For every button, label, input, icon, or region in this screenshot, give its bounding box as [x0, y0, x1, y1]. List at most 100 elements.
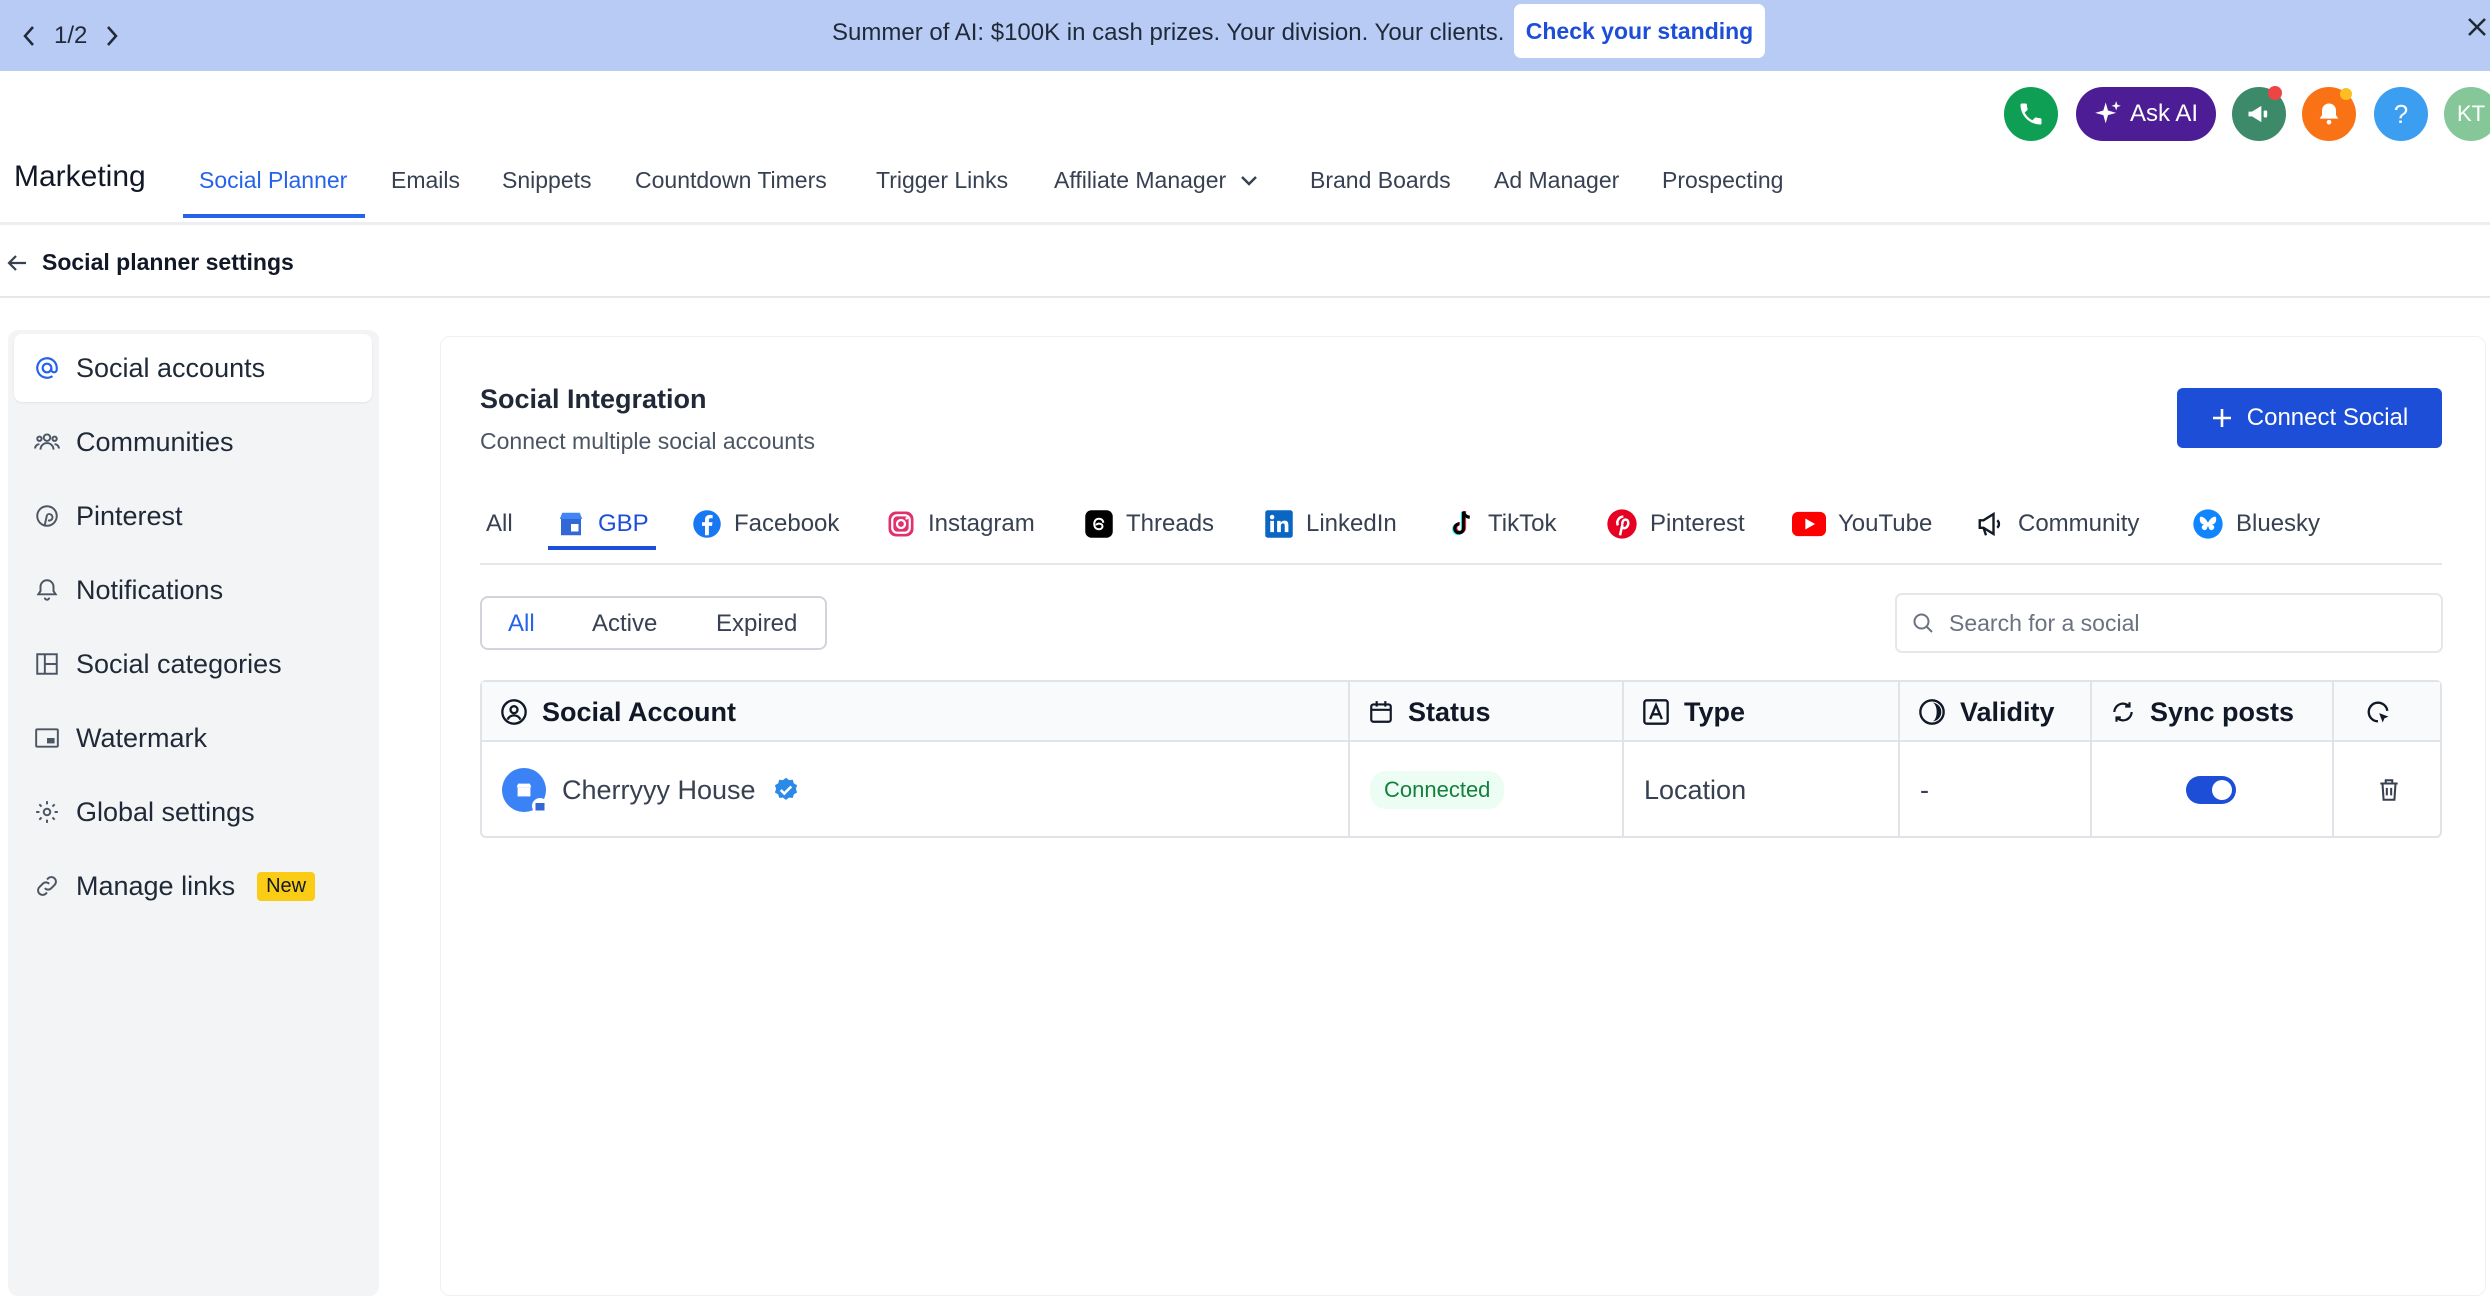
sidebar-item-label: Manage links [76, 870, 236, 901]
filter-all[interactable]: All [508, 610, 535, 638]
nav-emails[interactable]: Emails [391, 167, 460, 194]
half-circle-icon [1918, 698, 1946, 726]
column-divider [1898, 682, 1900, 836]
filter-active[interactable]: Active [592, 610, 657, 638]
nav-snippets[interactable]: Snippets [502, 167, 592, 194]
ask-ai-button[interactable]: Ask AI [2076, 87, 2216, 141]
sparkle-icon [2094, 100, 2122, 128]
bell-dot [2340, 88, 2352, 100]
tab-label: LinkedIn [1306, 510, 1397, 537]
ask-ai-label: Ask AI [2129, 100, 2199, 127]
sidebar-item-social-accounts[interactable]: Social accounts [14, 334, 372, 402]
actions-cell [2376, 744, 2402, 836]
tab-instagram[interactable]: Instagram [886, 508, 1035, 540]
gbp-badge-icon [532, 798, 548, 814]
nav-trigger-links[interactable]: Trigger Links [876, 167, 1008, 194]
gbp-icon [556, 509, 586, 539]
sidebar-item-global-settings[interactable]: Global settings [14, 778, 372, 846]
new-badge: New [257, 871, 316, 901]
linkedin-icon [1264, 509, 1294, 539]
connect-social-label: Connect Social [2246, 404, 2409, 431]
sidebar-item-social-categories[interactable]: Social categories [14, 630, 372, 698]
filter-expired[interactable]: Expired [716, 610, 797, 638]
announcement-pager: 1/2 [22, 18, 119, 54]
calendar-icon [1368, 699, 1394, 725]
header-divider [0, 296, 2490, 298]
tab-label: GBP [598, 510, 649, 537]
nav-affiliate-manager[interactable]: Affiliate Manager [1054, 167, 1258, 194]
search-input[interactable] [1947, 608, 2417, 638]
user-avatar[interactable]: KT [2444, 87, 2490, 141]
link-icon [34, 873, 60, 899]
threads-icon [1084, 509, 1114, 539]
search-icon [1911, 611, 1935, 635]
tab-youtube[interactable]: YouTube [1792, 508, 1932, 540]
sidebar-item-label: Communities [76, 426, 234, 457]
youtube-icon [1792, 511, 1826, 537]
tab-label: Community [2018, 510, 2140, 537]
validity-cell: - [1920, 774, 1929, 805]
platform-tabs-divider [480, 563, 2442, 565]
gear-icon [34, 799, 60, 825]
sidebar-item-pinterest[interactable]: Pinterest [14, 482, 372, 550]
nav-prospecting[interactable]: Prospecting [1662, 167, 1783, 194]
column-divider [1348, 682, 1350, 836]
sync-posts-toggle[interactable] [2186, 776, 2236, 804]
phone-icon [2017, 100, 2045, 128]
chevron-right-icon[interactable] [105, 25, 119, 47]
page-title: Social planner settings [42, 249, 294, 275]
nav-ad-manager[interactable]: Ad Manager [1494, 167, 1619, 194]
nav-social-planner[interactable]: Social Planner [199, 167, 347, 194]
nav-active-indicator [183, 214, 365, 218]
settings-header: Social planner settings [0, 246, 2490, 296]
back-arrow-icon[interactable] [6, 252, 28, 274]
sidebar-item-label: Global settings [76, 796, 255, 827]
column-divider [2332, 682, 2334, 836]
sidebar-item-notifications[interactable]: Notifications [14, 556, 372, 624]
tab-gbp[interactable]: GBP [556, 508, 649, 540]
trash-icon[interactable] [2376, 776, 2402, 804]
notification-dot [2268, 86, 2282, 100]
header-sync-posts[interactable]: Sync posts [2092, 682, 2294, 742]
column-divider [1622, 682, 1624, 836]
chevron-left-icon[interactable] [22, 25, 36, 47]
tab-bluesky[interactable]: Bluesky [2192, 508, 2320, 540]
tab-pinterest[interactable]: Pinterest [1606, 508, 1745, 540]
header-label: Social Account [542, 696, 737, 727]
connect-social-button[interactable]: Connect Social [2177, 388, 2442, 448]
phone-button[interactable] [2004, 87, 2058, 141]
header-status[interactable]: Status [1350, 682, 1491, 742]
tab-label: TikTok [1488, 510, 1557, 537]
tab-linkedin[interactable]: LinkedIn [1264, 508, 1397, 540]
tab-label: Instagram [928, 510, 1035, 537]
check-standing-button[interactable]: Check your standing [1514, 4, 1765, 58]
sidebar-item-watermark[interactable]: Watermark [14, 704, 372, 772]
account-name[interactable]: Cherryyy House [562, 775, 756, 806]
close-icon[interactable] [2466, 16, 2488, 38]
nav-countdown-timers[interactable]: Countdown Timers [635, 167, 827, 194]
table-header: Social Account Status Type Validity Sync… [482, 682, 2440, 742]
header-label: Validity [1960, 696, 2055, 727]
tab-tiktok[interactable]: TikTok [1446, 508, 1556, 540]
nav-brand-boards[interactable]: Brand Boards [1310, 167, 1451, 194]
help-button[interactable]: ? [2374, 87, 2428, 141]
sidebar-item-communities[interactable]: Communities [14, 408, 372, 476]
tab-community[interactable]: Community [1976, 508, 2139, 540]
refresh-cursor-icon [2364, 698, 2392, 726]
header-refresh[interactable] [2346, 682, 2392, 742]
tab-label: Facebook [734, 510, 840, 537]
tab-all[interactable]: All [486, 508, 513, 540]
tab-facebook[interactable]: Facebook [692, 508, 839, 540]
users-icon [34, 429, 60, 455]
header-validity[interactable]: Validity [1900, 682, 2055, 742]
header-social-account[interactable]: Social Account [482, 682, 736, 742]
megaphone-icon [1976, 509, 2006, 539]
at-icon [34, 355, 60, 381]
tab-threads[interactable]: Threads [1084, 508, 1214, 540]
sidebar-item-manage-links[interactable]: Manage links New [14, 852, 372, 920]
sync-icon [2110, 699, 2136, 725]
social-accounts-table: Social Account Status Type Validity Sync… [480, 680, 2442, 838]
chevron-down-icon [1240, 175, 1258, 187]
header-type[interactable]: Type [1624, 682, 1745, 742]
type-cell: Location [1644, 774, 1747, 805]
